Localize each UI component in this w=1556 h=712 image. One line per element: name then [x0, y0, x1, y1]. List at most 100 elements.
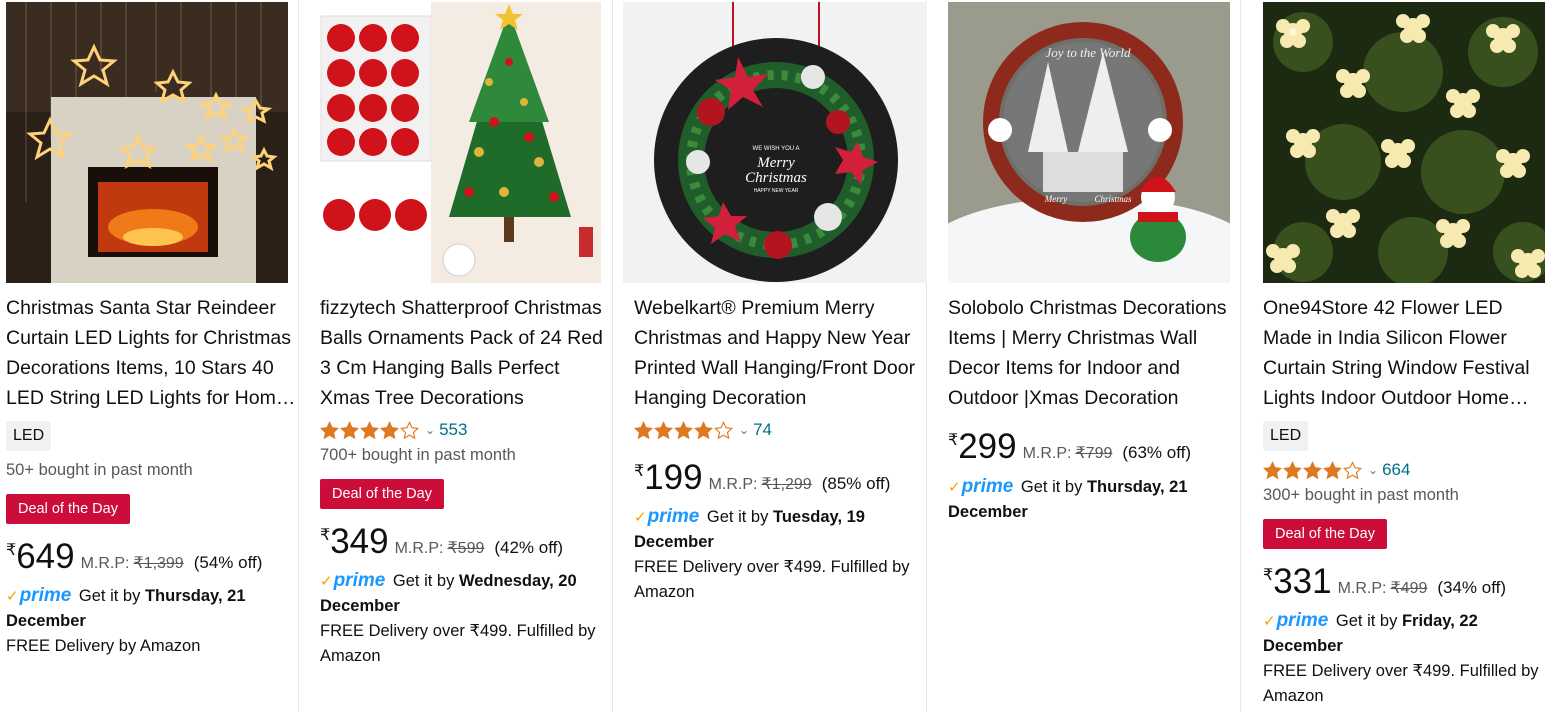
product-grid: Christmas Santa Star Reindeer Curtain LE…: [0, 0, 1556, 712]
price-block: ₹ 349 M.R.P: ₹599 (42% off): [320, 522, 564, 561]
fulfilment-info: FREE Delivery over ₹499. Fulfilled by Am…: [1263, 662, 1539, 705]
star-full-icon: [654, 420, 673, 439]
mrp-label: M.R.P:: [708, 476, 758, 493]
merry-text: Merry: [756, 155, 795, 171]
rating[interactable]: ⌄ 74: [634, 420, 772, 440]
product-title[interactable]: One94Store 42 Flower LED Made in India S…: [1263, 293, 1553, 413]
mrp-label: M.R.P:: [1337, 580, 1387, 597]
price: 649: [16, 537, 75, 576]
mrp-label: M.R.P:: [80, 555, 130, 572]
chevron-down-icon[interactable]: ⌄: [425, 423, 435, 437]
rating-count[interactable]: 664: [1382, 460, 1410, 480]
star-full-icon: [1303, 460, 1322, 479]
delivery-info: ✓ prime Get it by Wednesday, 20 December: [320, 570, 577, 615]
product-image[interactable]: [309, 2, 601, 283]
star-full-icon: [674, 420, 693, 439]
merry-text: Merry: [1044, 194, 1068, 204]
chevron-down-icon[interactable]: ⌄: [739, 423, 749, 437]
rating-count[interactable]: 74: [753, 420, 772, 440]
deal-badge: Deal of the Day: [6, 494, 130, 524]
product-title[interactable]: Solobolo Christmas Decorations Items | M…: [948, 293, 1238, 413]
product-image[interactable]: WE WISH YOU A Merry Christmas HAPPY NEW …: [623, 2, 927, 283]
mrp-value: ₹799: [1075, 445, 1113, 462]
price: 331: [1273, 562, 1332, 601]
wish-text: WE WISH YOU A: [753, 146, 800, 152]
mrp-label: M.R.P:: [394, 540, 444, 557]
wreath-wall-hanging-image: WE WISH YOU A Merry Christmas HAPPY NEW …: [623, 2, 927, 283]
check-icon: ✓: [320, 573, 333, 590]
arc-text: Joy to the World: [1045, 45, 1131, 60]
star-rating: [320, 420, 419, 440]
price-block: ₹ 299 M.R.P: ₹799 (63% off): [948, 427, 1192, 466]
product-card[interactable]: WE WISH YOU A Merry Christmas HAPPY NEW …: [623, 0, 927, 712]
delivery-info: ✓ prime Get it by Friday, 22 December: [1263, 608, 1478, 655]
product-image[interactable]: [6, 2, 288, 283]
mrp-label: M.R.P:: [1022, 445, 1072, 462]
product-title[interactable]: Christmas Santa Star Reindeer Curtain LE…: [6, 293, 296, 413]
price-block: ₹ 649 M.R.P: ₹1,399 (54% off): [6, 537, 263, 576]
newyear-text: HAPPY NEW YEAR: [754, 188, 799, 194]
mrp-value: ₹1,299: [761, 476, 812, 493]
product-card[interactable]: fizzytech Shatterproof Christmas Balls O…: [309, 0, 613, 712]
discount: (54% off): [193, 553, 263, 572]
star-full-icon: [1283, 460, 1302, 479]
star-full-icon: [694, 420, 713, 439]
mrp-value: ₹599: [447, 540, 485, 557]
discount: (34% off): [1437, 578, 1507, 597]
delivery-info: ✓ prime Get it by Tuesday, 19 December: [634, 504, 865, 551]
rating[interactable]: ⌄ 664: [1263, 460, 1410, 480]
star-rating: [1263, 460, 1362, 480]
discount: (85% off): [821, 474, 891, 493]
product-card[interactable]: Christmas Santa Star Reindeer Curtain LE…: [6, 0, 299, 712]
discount: (63% off): [1122, 443, 1192, 462]
product-image[interactable]: Joy to the World Merry Christmas: [948, 2, 1230, 283]
product-card[interactable]: Joy to the World Merry Christmas Solobol…: [948, 0, 1241, 712]
prime-logo: ✓ prime: [6, 583, 71, 609]
check-icon: ✓: [6, 588, 19, 605]
price: 299: [958, 427, 1017, 466]
tag-badge: LED: [6, 421, 52, 451]
christmas-text: Christmas: [1094, 194, 1132, 204]
fulfilment-info: FREE Delivery over ₹499. Fulfilled by Am…: [320, 622, 596, 665]
christmas-balls-tree-image: [309, 2, 601, 283]
check-icon: ✓: [948, 479, 961, 496]
curtain-star-lights-image: [6, 2, 288, 283]
delivery-info: ✓ prime Get it by Thursday, 21 December: [948, 476, 1188, 521]
rating[interactable]: ⌄ 553: [320, 420, 467, 440]
star-full-icon: [340, 420, 359, 439]
bought-count: 700+ bought in past month: [320, 446, 516, 464]
rating-count[interactable]: 553: [439, 420, 467, 440]
star-full-icon: [360, 420, 379, 439]
deal-badge: Deal of the Day: [320, 479, 444, 509]
product-image[interactable]: [1263, 2, 1545, 283]
price-block: ₹ 331 M.R.P: ₹499 (34% off): [1263, 562, 1507, 601]
check-icon: ✓: [1263, 613, 1276, 630]
price-block: ₹ 199 M.R.P: ₹1,299 (85% off): [634, 458, 891, 497]
delivery-info: ✓ prime Get it by Thursday, 21 December: [6, 583, 246, 630]
fulfilment-info: FREE Delivery over ₹499. Fulfilled by Am…: [634, 558, 910, 601]
fulfilment-info: FREE Delivery by Amazon: [6, 637, 201, 655]
product-title[interactable]: fizzytech Shatterproof Christmas Balls O…: [320, 293, 610, 413]
christmas-text: Christmas: [745, 170, 807, 186]
flower-led-lights-image: [1263, 2, 1545, 283]
star-empty-icon: [400, 420, 419, 439]
star-rating: [634, 420, 733, 440]
star-full-icon: [1263, 460, 1282, 479]
mrp-value: ₹499: [1390, 580, 1428, 597]
check-icon: ✓: [634, 509, 647, 526]
tag-badge: LED: [1263, 421, 1309, 451]
product-title[interactable]: Webelkart® Premium Merry Christmas and H…: [634, 293, 924, 413]
star-full-icon: [1323, 460, 1342, 479]
product-card[interactable]: One94Store 42 Flower LED Made in India S…: [1263, 0, 1556, 712]
star-full-icon: [634, 420, 653, 439]
deal-badge: Deal of the Day: [1263, 519, 1387, 549]
star-empty-icon: [1343, 460, 1362, 479]
discount: (42% off): [494, 538, 564, 557]
mrp-value: ₹1,399: [133, 555, 184, 572]
price: 349: [330, 522, 389, 561]
prime-logo: ✓ prime: [634, 504, 699, 530]
chevron-down-icon[interactable]: ⌄: [1368, 463, 1378, 477]
price: 199: [644, 458, 703, 497]
bought-count: 50+ bought in past month: [6, 461, 193, 479]
prime-logo: ✓ prime: [1263, 608, 1328, 634]
